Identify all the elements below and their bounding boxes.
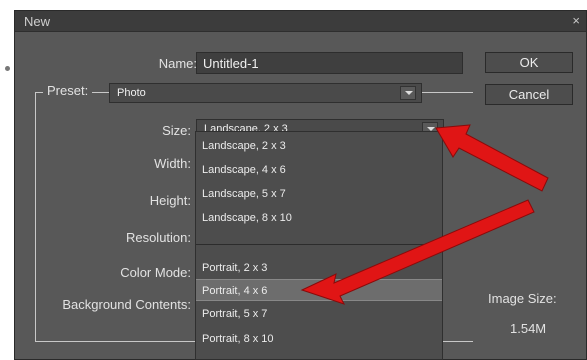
- list-divider: [196, 244, 442, 245]
- size-option[interactable]: Landscape, 5 x 7: [196, 183, 442, 205]
- size-option-selected[interactable]: Portrait, 4 x 6: [196, 279, 442, 301]
- size-option[interactable]: Landscape, 8 x 10: [196, 207, 442, 229]
- color-mode-label: Color Mode:: [120, 265, 191, 280]
- size-label: Size:: [162, 123, 191, 138]
- dialog-title: New: [24, 14, 51, 29]
- preset-value: Photo: [117, 87, 146, 99]
- preset-label: Preset:: [43, 83, 93, 98]
- resolution-label: Resolution:: [125, 230, 191, 245]
- image-size-label: Image Size:: [488, 291, 557, 306]
- size-option[interactable]: Landscape, 4 x 6: [196, 159, 442, 181]
- name-label: Name:: [158, 56, 197, 71]
- size-option[interactable]: Portrait, 8 x 10: [196, 328, 442, 350]
- cancel-button[interactable]: Cancel: [485, 84, 573, 105]
- image-size-value: 1.54M: [510, 321, 547, 336]
- size-option[interactable]: Portrait, 5 x 7: [196, 303, 442, 325]
- height-label: Height:: [149, 193, 191, 208]
- preset-select[interactable]: Photo: [109, 83, 422, 103]
- size-option[interactable]: Portrait, 2 x 3: [196, 257, 442, 279]
- width-label: Width:: [154, 156, 191, 171]
- background-contents-label: Background Contents:: [62, 297, 191, 312]
- dialog-titlebar: New ×: [15, 11, 586, 32]
- ok-button[interactable]: OK: [485, 52, 573, 73]
- size-dropdown-list: Landscape, 2 x 3 Landscape, 4 x 6 Landsc…: [195, 131, 443, 360]
- page-edge-mark: [5, 66, 10, 71]
- name-input[interactable]: Untitled-1: [196, 52, 463, 74]
- size-option[interactable]: Landscape, 2 x 3: [196, 135, 442, 157]
- close-icon[interactable]: ×: [572, 13, 580, 28]
- chevron-down-icon[interactable]: [400, 86, 416, 100]
